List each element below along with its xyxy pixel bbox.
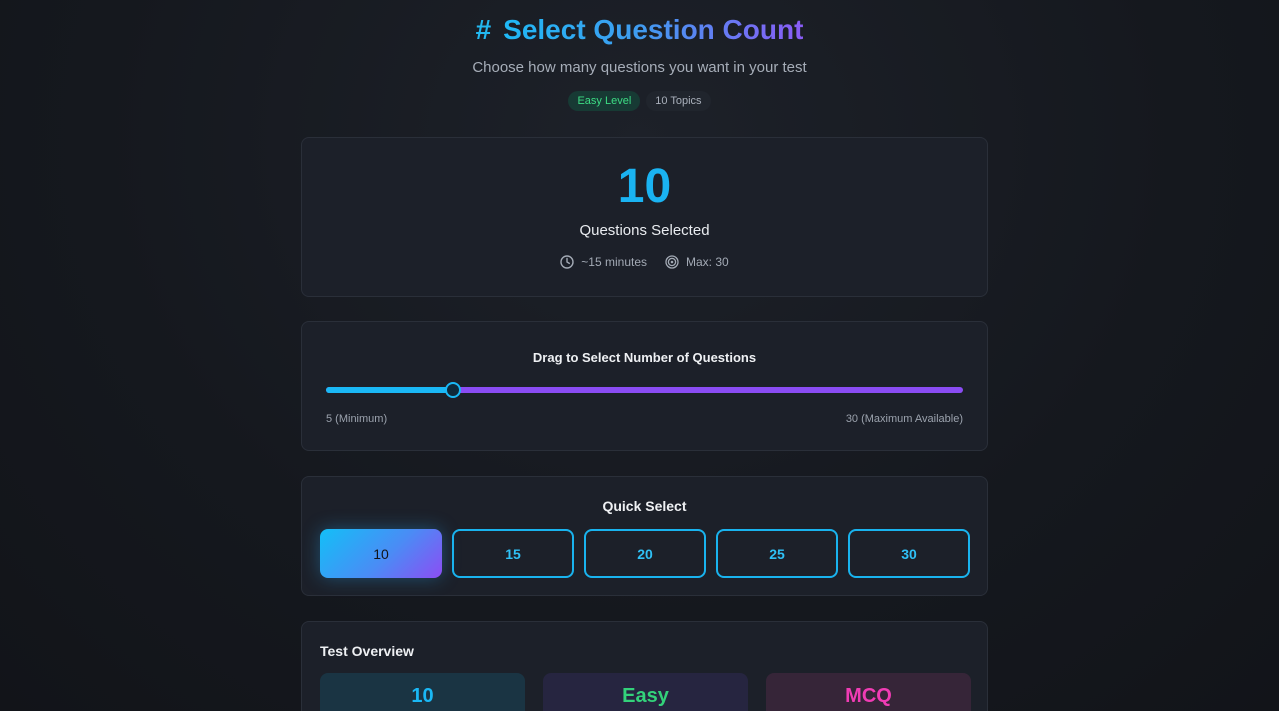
duration-text: ~15 minutes: [581, 255, 648, 269]
selected-count-card: 10 Questions Selected ~15 minutes Max: 3…: [301, 137, 988, 297]
overview-difficulty-tile: Easy: [543, 673, 748, 711]
slider-title: Drag to Select Number of Questions: [532, 350, 757, 365]
quick-select-25-button[interactable]: 25: [716, 529, 838, 578]
overview-type-tile: MCQ: [766, 673, 971, 711]
quick-select-15-button[interactable]: 15: [452, 529, 574, 578]
clock-icon: [560, 255, 574, 269]
level-badge: Easy Level: [568, 91, 641, 111]
quick-select-30-button[interactable]: 30: [848, 529, 970, 578]
selected-count: 10: [617, 160, 672, 213]
page-title-text: Select Question Count: [503, 12, 803, 48]
test-overview-title: Test Overview: [320, 643, 414, 659]
page-subtitle: Choose how many questions you want in yo…: [472, 59, 807, 76]
overview-tiles: 10 Easy MCQ: [320, 673, 971, 711]
test-overview-card: Test Overview 10 Easy MCQ: [301, 621, 988, 711]
slider-min-label: 5 (Minimum): [326, 413, 388, 425]
max-info: Max: 30: [665, 255, 729, 269]
slider-max-label: 30 (Maximum Available): [845, 413, 963, 425]
questions-selected-label: Questions Selected: [579, 222, 710, 239]
slider-fill: [326, 387, 454, 393]
quick-select-title: Quick Select: [602, 498, 687, 514]
badge-row: Easy Level 10 Topics: [0, 91, 1279, 111]
hash-icon: #: [475, 14, 492, 45]
question-count-slider[interactable]: [326, 382, 963, 398]
quick-select-20-button[interactable]: 20: [584, 529, 706, 578]
slider-handle[interactable]: [445, 382, 462, 398]
count-meta: ~15 minutes Max: 30: [302, 255, 987, 269]
overview-count-tile: 10: [320, 673, 525, 711]
topics-badge: 10 Topics: [646, 91, 711, 111]
quick-select-card: Quick Select 10 15 20 25 30: [301, 476, 988, 596]
quick-select-10-button[interactable]: 10: [320, 529, 442, 578]
page-title: # Select Question Count: [0, 12, 1279, 48]
slider-card: Drag to Select Number of Questions 5 (Mi…: [301, 321, 988, 451]
target-icon: [665, 255, 679, 269]
duration-info: ~15 minutes: [560, 255, 647, 269]
quick-select-options: 10 15 20 25 30: [320, 529, 970, 578]
max-text: Max: 30: [686, 255, 729, 269]
